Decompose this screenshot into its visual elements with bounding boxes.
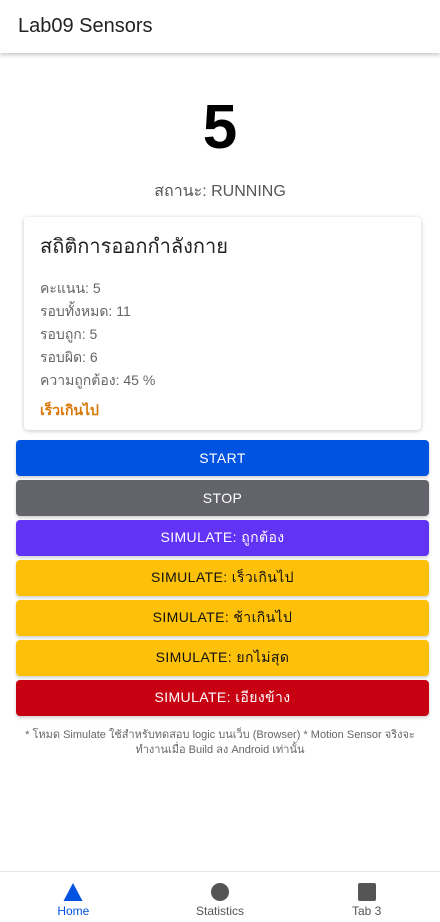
start-button[interactable]: START (16, 440, 429, 476)
tab-home[interactable]: Home (0, 872, 147, 922)
score-display: 5 (202, 93, 238, 162)
square-icon (357, 883, 376, 901)
status-text: สถานะ: RUNNING (154, 183, 286, 200)
simulate-too-fast-button[interactable]: SIMULATE: เร็วเกินไป (16, 560, 429, 596)
simulate-note: * โหมด Simulate ใช้สำหรับทดสอบ logic บนเ… (25, 729, 415, 756)
stats-card-title: สถิติการออกกำลังกาย (40, 236, 228, 258)
stop-button[interactable]: STOP (16, 480, 429, 516)
feedback-text: เร็วเกินไป (40, 402, 99, 418)
tab-statistics-label: Statistics (196, 904, 245, 918)
tab-3-label: Tab 3 (352, 904, 382, 918)
stat-correct-reps: รอบถูก: 5 (40, 326, 98, 342)
stat-total-reps: รอบทั้งหมด: 11 (40, 303, 131, 319)
app-title: Lab09 Sensors (18, 15, 153, 37)
stat-score: คะแนน: 5 (40, 280, 101, 296)
tab-home-label: Home (57, 904, 90, 918)
simulate-too-slow-button[interactable]: SIMULATE: ช้าเกินไป (16, 600, 429, 636)
simulate-tilt-button[interactable]: SIMULATE: เอียงข้าง (16, 680, 429, 716)
simulate-correct-button[interactable]: SIMULATE: ถูกต้อง (16, 520, 429, 556)
top-toolbar: Lab09 Sensors (0, 0, 440, 53)
stat-accuracy: ความถูกต้อง: 45 % (40, 372, 156, 388)
tab-statistics[interactable]: Statistics (147, 872, 294, 922)
stats-card: สถิติการออกกำลังกาย คะแนน: 5 รอบทั้งหมด:… (24, 217, 421, 430)
simulate-partial-lift-button[interactable]: SIMULATE: ยกไม่สุด (16, 640, 429, 676)
app-screen: Lab09 Sensors 5 สถานะ: RUNNING สถิติการอ… (0, 0, 440, 922)
triangle-icon (63, 883, 83, 901)
stat-wrong-reps: รอบผิด: 6 (40, 349, 98, 365)
tab-3[interactable]: Tab 3 (293, 872, 440, 922)
bottom-tab-bar: Home Statistics Tab 3 (0, 871, 440, 922)
action-buttons: START STOP SIMULATE: ถูกต้อง SIMULATE: เ… (16, 440, 429, 720)
circle-icon (211, 883, 229, 901)
